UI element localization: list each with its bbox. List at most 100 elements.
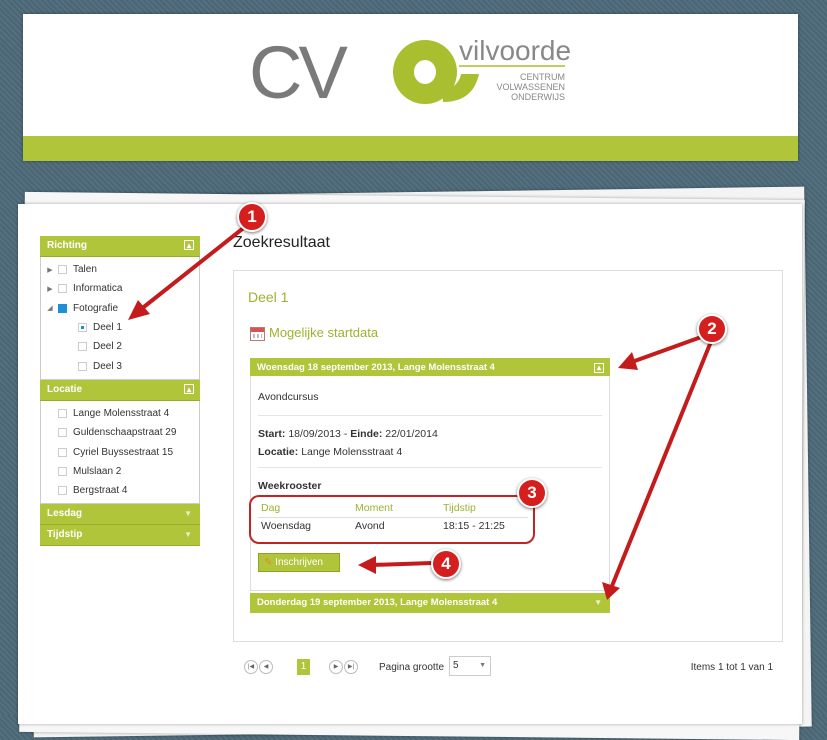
start-value: 18/09/2013 [288, 428, 341, 440]
checkbox[interactable] [58, 303, 67, 313]
location-label: Locatie: [258, 446, 299, 458]
tree-item-label: Deel 2 [93, 341, 122, 353]
prev-page-icon[interactable]: ◀ [259, 660, 273, 674]
locatie-panel-header[interactable]: Locatie ▴ [40, 379, 200, 401]
expand-arrow-icon[interactable]: ▶ [45, 285, 55, 293]
current-page[interactable]: 1 [297, 659, 310, 675]
annotation-badge-3: 3 [517, 478, 547, 508]
page-size-select[interactable]: 5 ▼ [449, 656, 491, 676]
locatie-title: Locatie [47, 383, 83, 395]
checkbox[interactable] [78, 323, 87, 333]
expand-icon[interactable]: ▼ [594, 593, 602, 613]
cvo-vilvoorde-logo[interactable]: CV vilvoorde CENTRUM VOLWASSENEN ONDERWI… [247, 26, 587, 116]
tree-item-label: Deel 1 [93, 322, 122, 334]
expand-icon[interactable]: ▼ [184, 525, 192, 545]
filter-sidebar: Richting ▴ ▶ Talen ▶ Informatica ◢ Fotografie… [40, 236, 200, 547]
pencil-icon: ✎ [264, 557, 273, 568]
checkbox[interactable] [78, 361, 87, 371]
course-type: Avondcursus [258, 391, 319, 403]
collapse-icon[interactable]: ▴ [184, 240, 194, 250]
checkbox[interactable] [58, 408, 67, 418]
items-count: Items 1 tot 1 van 1 [690, 662, 773, 673]
session-header-donderdag[interactable]: Donderdag 19 september 2013, Lange Molen… [250, 593, 610, 613]
annotation-badge-2: 2 [697, 314, 727, 344]
location-option-label: Cyriel Buyssestraat 15 [73, 446, 174, 458]
session-header-text: Donderdag 19 september 2013, Lange Molen… [257, 597, 498, 608]
startdata-label: Mogelijke startdata [269, 325, 379, 340]
end-label: Einde: [350, 428, 383, 440]
richting-tree: ▶ Talen ▶ Informatica ◢ Fotografie Deel 1 Deel … [40, 257, 200, 380]
schedule-title: Weekrooster [258, 480, 322, 492]
location-option[interactable]: Guldenschaapstraat 29 [41, 423, 199, 442]
calendar-icon [250, 327, 265, 341]
highlight-ring [249, 495, 535, 544]
location-option-label: Lange Molensstraat 4 [73, 407, 170, 419]
expand-arrow-icon[interactable]: ▶ [45, 266, 55, 274]
richting-title: Richting [47, 240, 87, 251]
first-page-icon[interactable]: |◀ [244, 660, 258, 674]
checkbox[interactable] [58, 466, 67, 476]
page-size-label: Pagina grootte [379, 662, 445, 673]
divider [258, 415, 602, 416]
tree-item-label: Fotografie [73, 302, 119, 314]
inschrijven-button[interactable]: ✎ Inschrijven [258, 553, 340, 572]
page-size-value: 5 [453, 660, 459, 671]
tree-item[interactable]: Deel 1 [41, 318, 199, 337]
checkbox[interactable] [58, 447, 67, 457]
tijdstip-panel-header[interactable]: Tijdstip ▼ [40, 525, 200, 547]
course-title: Deel 1 [248, 289, 289, 305]
tree-item[interactable]: ▶ Informatica [41, 279, 199, 298]
tree-item-label: Talen [73, 264, 97, 276]
location-option[interactable]: Lange Molensstraat 4 [41, 404, 199, 423]
tree-item[interactable]: Deel 2 [41, 337, 199, 356]
last-page-icon[interactable]: ▶| [344, 660, 358, 674]
session-header-text: Woensdag 18 september 2013, Lange Molens… [257, 362, 495, 373]
chevron-down-icon: ▼ [479, 662, 486, 669]
logo-cv-text: CV [249, 31, 348, 114]
tree-item-label: Informatica [73, 283, 123, 295]
logo-sub-2: VOLWASSENEN [496, 82, 565, 92]
tree-item-label: Deel 3 [93, 360, 122, 372]
next-page-icon[interactable]: ▶ [329, 660, 343, 674]
location-option[interactable]: Mulslaan 2 [41, 462, 199, 481]
richting-panel-header[interactable]: Richting ▴ [40, 236, 200, 257]
locatie-list: Lange Molensstraat 4 Guldenschaapstraat 2… [40, 400, 200, 505]
logo-sub-3: ONDERWIJS [511, 92, 565, 102]
page-title: Zoekresultaat [233, 234, 330, 251]
location-option-label: Bergstraat 4 [73, 485, 128, 497]
lesdag-title: Lesdag [47, 508, 83, 520]
end-value: 22/01/2014 [385, 428, 438, 440]
expand-icon[interactable]: ▼ [184, 504, 192, 524]
annotation-badge-4: 4 [431, 549, 461, 579]
location-option-label: Mulslaan 2 [73, 465, 122, 477]
tijdstip-title: Tijdstip [47, 529, 83, 541]
checkbox[interactable] [58, 284, 67, 294]
collapse-icon[interactable]: ▴ [594, 363, 604, 373]
inschrijven-label: Inschrijven [275, 557, 323, 568]
collapse-icon[interactable]: ▴ [184, 383, 194, 394]
location-option[interactable]: Bergstraat 4 [41, 481, 199, 500]
site-header: CV vilvoorde CENTRUM VOLWASSENEN ONDERWI… [23, 14, 798, 161]
start-label: Start: [258, 428, 286, 440]
location-option[interactable]: Cyriel Buyssestraat 15 [41, 442, 199, 461]
checkbox[interactable] [58, 486, 67, 496]
session-header-woensdag[interactable]: Woensdag 18 september 2013, Lange Molens… [250, 358, 610, 378]
lesdag-panel-header[interactable]: Lesdag ▼ [40, 504, 200, 526]
checkbox[interactable] [78, 342, 87, 352]
checkbox[interactable] [58, 265, 67, 275]
logo-sub-1: CENTRUM [520, 72, 565, 82]
location-line: Locatie: Lange Molensstraat 4 [258, 446, 402, 458]
tree-item[interactable]: Deel 3 [41, 356, 199, 375]
expand-arrow-icon[interactable]: ◢ [45, 304, 55, 312]
location-option-label: Guldenschaapstraat 29 [73, 427, 177, 439]
start-end-line: Start: 18/09/2013 - Einde: 22/01/2014 [258, 428, 438, 440]
logo-city-text: vilvoorde [459, 35, 571, 66]
divider [258, 467, 602, 468]
tree-item[interactable]: ▶ Talen [41, 260, 199, 279]
annotation-badge-1: 1 [237, 202, 267, 232]
location-value: Lange Molensstraat 4 [301, 446, 403, 458]
tree-item[interactable]: ◢ Fotografie [41, 299, 199, 318]
header-accent-bar [23, 136, 798, 161]
pager: |◀ ◀ 1 ▶ ▶| Pagina grootte 5 ▼ Items 1 t… [233, 654, 781, 682]
checkbox[interactable] [58, 428, 67, 438]
